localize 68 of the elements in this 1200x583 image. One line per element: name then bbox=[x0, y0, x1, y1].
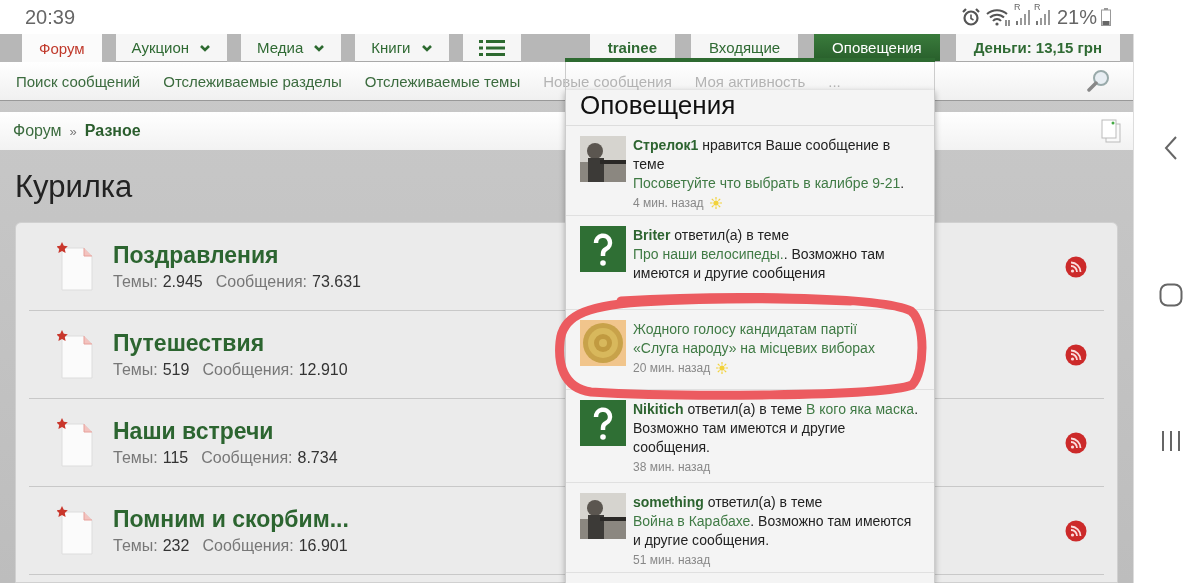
rss-icon[interactable] bbox=[1065, 255, 1087, 278]
messages-label: Сообщения: bbox=[215, 273, 308, 291]
topics-label: Темы: bbox=[113, 273, 158, 291]
forum-title-link[interactable]: Путешествия bbox=[113, 330, 348, 357]
nav-link[interactable]: Поиск сообщений bbox=[16, 72, 141, 90]
rss-icon[interactable] bbox=[1065, 431, 1087, 454]
topics-count: 232 bbox=[162, 537, 190, 555]
rss-icon[interactable] bbox=[1065, 343, 1087, 366]
time-ago: 38 мин. назад bbox=[633, 460, 711, 474]
messages-label: Сообщения: bbox=[201, 449, 293, 467]
messages-label: Сообщения: bbox=[202, 361, 294, 379]
forum-title-link[interactable]: Помним и скорбим... bbox=[113, 506, 349, 533]
topics-count: 2.945 bbox=[162, 273, 203, 291]
search-icon[interactable] bbox=[1087, 69, 1111, 93]
chevron-icon bbox=[420, 43, 433, 52]
roaming-label: R bbox=[1033, 3, 1041, 12]
signal-icon bbox=[1034, 8, 1051, 26]
clock-time: 20:39 bbox=[25, 5, 76, 29]
notification-text: something ответил(а) в теме Война в Карабахе. Возможно там имеются и другие сообщения. bbox=[633, 493, 913, 550]
notification-text: Nikitich ответил(а) в теме В кого яка маска. Возможно там имеются и другие сообщения. bbox=[633, 400, 919, 457]
page-title: Курилка bbox=[15, 170, 133, 204]
wifi-icon bbox=[984, 7, 1011, 27]
recent-apps-icon[interactable] bbox=[1160, 429, 1182, 452]
topics-label: Темы: bbox=[113, 361, 158, 379]
chevron-icon bbox=[313, 43, 326, 52]
time-ago: 20 мин. назад bbox=[633, 361, 711, 375]
time-ago: 51 мин. назад bbox=[633, 553, 711, 567]
alarm-icon bbox=[960, 7, 981, 27]
roaming-label: R bbox=[1013, 3, 1021, 12]
signal-icon bbox=[1014, 8, 1031, 26]
time-ago: 4 мин. назад bbox=[633, 196, 704, 210]
menu-tab[interactable] bbox=[462, 34, 521, 62]
rss-icon[interactable] bbox=[1065, 519, 1087, 542]
battery-percent: 21% bbox=[1056, 5, 1097, 29]
messages-count: 12.910 bbox=[298, 361, 348, 379]
nav-link[interactable]: Отслеживаемые разделы bbox=[163, 72, 342, 90]
notification-text: Briter ответил(а) в теме Про наши велосипеды.. Возможно там имеются и другие сообщения bbox=[633, 226, 886, 283]
messages-count: 8.734 bbox=[297, 449, 338, 467]
battery-icon bbox=[1101, 8, 1111, 26]
breadcrumb-link[interactable]: Форум bbox=[13, 122, 62, 140]
messages-label: Сообщения: bbox=[202, 537, 294, 555]
home-icon[interactable] bbox=[1159, 283, 1183, 308]
question-mark-avatar-icon bbox=[580, 400, 626, 446]
breadcrumb-link[interactable]: Разное bbox=[84, 122, 141, 140]
chevron-icon bbox=[199, 43, 212, 52]
popup-title: Оповещения bbox=[566, 90, 934, 126]
nav-tab[interactable]: Книги bbox=[355, 34, 449, 62]
account-tab[interactable]: Деньги: 13,15 грн bbox=[955, 34, 1120, 62]
messages-count: 73.631 bbox=[312, 273, 361, 291]
forum-title-link[interactable]: Поздравления bbox=[113, 242, 361, 269]
topics-label: Темы: bbox=[113, 537, 158, 555]
forum-title-link[interactable]: Наши встречи bbox=[113, 418, 338, 445]
question-mark-avatar-icon bbox=[580, 226, 626, 272]
topic-link[interactable]: Жодного голосу кандидатам партії «Слуга народу» на місцевих виборах bbox=[633, 320, 895, 358]
topics-label: Темы: bbox=[113, 449, 158, 467]
list-icon bbox=[478, 38, 505, 57]
nav-tab[interactable]: Аукцион bbox=[115, 34, 228, 62]
notification-text: Стрелок1 нравится Ваше сообщение в теме Посоветуйте что выбрать в калибре 9-21. bbox=[633, 136, 906, 193]
breadcrumb-separator: » bbox=[69, 123, 77, 139]
nav-tab[interactable]: Медиа bbox=[241, 34, 342, 62]
topics-count: 519 bbox=[162, 361, 190, 379]
topics-count: 115 bbox=[162, 449, 189, 467]
nav-tab[interactable]: Форум bbox=[22, 34, 102, 62]
topic-link[interactable]: Про наши велосипеды. bbox=[633, 246, 784, 262]
nav-link[interactable]: Отслеживаемые темы bbox=[364, 72, 521, 90]
topic-link[interactable]: Война в Карабахе bbox=[633, 513, 751, 529]
back-icon[interactable] bbox=[1163, 135, 1179, 162]
messages-count: 16.901 bbox=[298, 537, 348, 555]
